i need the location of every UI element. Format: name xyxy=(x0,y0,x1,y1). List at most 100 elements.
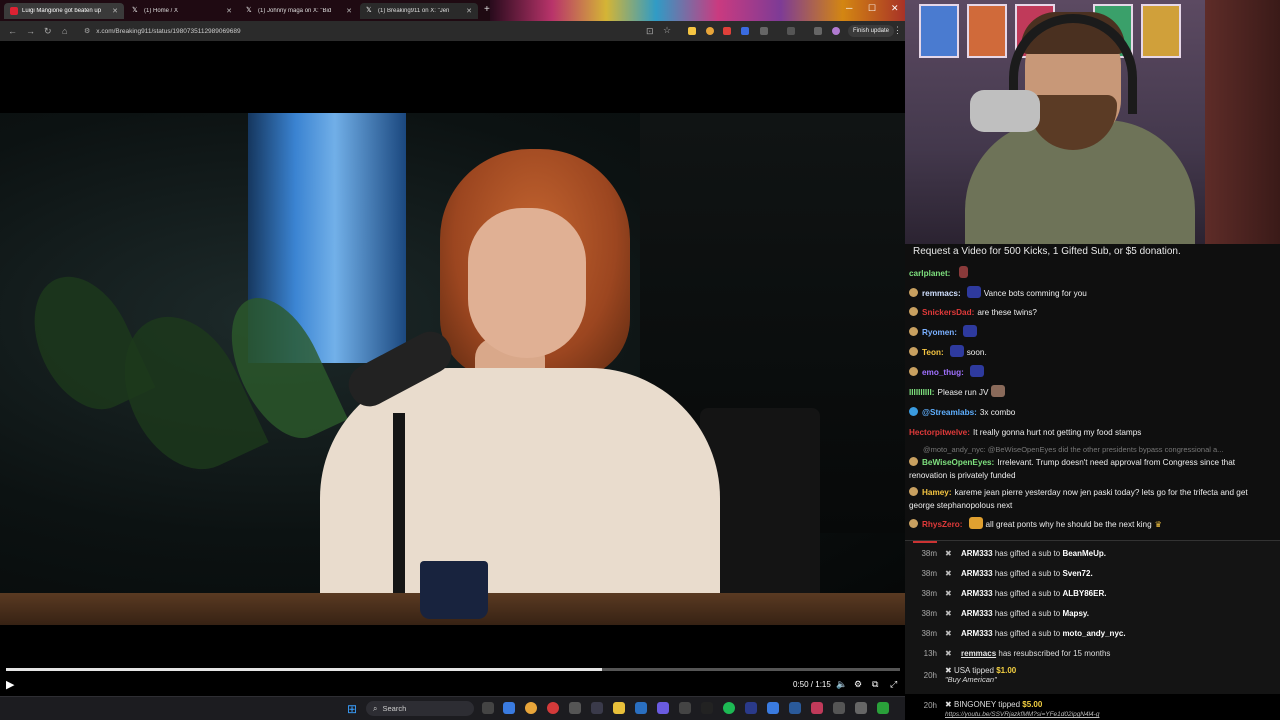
gift-sub-row[interactable]: 38m ✖ ARM333 has gifted a sub to Sven72. xyxy=(905,563,1280,583)
subscriber-name[interactable]: remmacs xyxy=(961,649,996,658)
maximize-icon[interactable]: ☐ xyxy=(868,3,876,14)
chat-message[interactable]: Ryomen: xyxy=(909,325,1273,339)
finish-update-button[interactable]: Finish update xyxy=(848,25,895,37)
chat-username[interactable]: remmacs: xyxy=(922,289,961,298)
chat-username[interactable]: RhysZero: xyxy=(922,520,963,529)
chat-message[interactable]: remmacs: Vance bots comming for you xyxy=(909,286,1273,300)
app-icon[interactable] xyxy=(789,702,801,714)
chat-message[interactable]: IIIIIIIIII: Please run JV xyxy=(909,385,1273,399)
chat-username[interactable]: BeWiseOpenEyes: xyxy=(922,458,994,467)
chat-username[interactable]: IIIIIIIIII: xyxy=(909,388,934,397)
chat-username[interactable]: Teon: xyxy=(922,348,944,357)
tip-row[interactable]: 20h ✖ USA tipped $1.00 "Buy American" xyxy=(905,666,1280,686)
pip-icon[interactable]: ⧉ xyxy=(872,679,878,690)
close-icon[interactable]: ✕ xyxy=(112,7,118,15)
gift-sub-row[interactable]: 38m ✖ ARM333 has gifted a sub to moto_an… xyxy=(905,623,1280,643)
app-icon[interactable] xyxy=(503,702,515,714)
chat-message[interactable]: Hectorpitwelve: It really gonna hurt not … xyxy=(909,426,1273,439)
chat-message[interactable]: @Streamlabs: 3x combo xyxy=(909,406,1273,419)
site-info-icon[interactable]: ⚙ xyxy=(84,27,90,35)
volume-icon[interactable]: 🔈 xyxy=(836,679,847,690)
app-icon[interactable] xyxy=(569,702,581,714)
gift-sub-row[interactable]: 38m ✖ ARM333 has gifted a sub to ALBY86E… xyxy=(905,583,1280,603)
chat-username[interactable]: @Streamlabs: xyxy=(922,408,977,417)
video-progress-fill xyxy=(6,668,603,671)
task-view-icon[interactable] xyxy=(482,702,494,714)
taskbar-search[interactable]: ⌕ Search xyxy=(366,701,474,716)
video-player[interactable]: ▶ 0:50 / 1:15 🔈 ⚙ ⧉ ⤢ xyxy=(0,41,905,694)
app-icon[interactable] xyxy=(767,702,779,714)
chat-message[interactable]: Teon: soon. xyxy=(909,345,1273,359)
app-icon[interactable] xyxy=(877,702,889,714)
app-icon[interactable] xyxy=(811,702,823,714)
spotify-icon[interactable] xyxy=(723,702,735,714)
steam-icon[interactable] xyxy=(635,702,647,714)
chat-message[interactable]: SnickersDad: are these twins? xyxy=(909,306,1273,319)
chat-username[interactable]: Hectorpitwelve: xyxy=(909,428,970,437)
chat-message[interactable]: emo_thug: xyxy=(909,365,1273,379)
tip-row[interactable]: 20h ✖ BINGONEY tipped $5.00 https://yout… xyxy=(905,700,1280,720)
bookmark-star-icon[interactable]: ☆ xyxy=(663,25,671,36)
tab-4[interactable]: 𝕏 (1) Breaking911 on X: "Jen ✕ xyxy=(360,3,478,19)
chat-username[interactable]: SnickersDad: xyxy=(922,308,974,317)
reload-icon[interactable]: ↻ xyxy=(44,26,52,37)
tab-2[interactable]: 𝕏 (1) Home / X ✕ xyxy=(126,3,238,19)
extension-icon[interactable] xyxy=(706,27,714,35)
install-icon[interactable]: ⊡ xyxy=(646,26,654,37)
video-progress-bar[interactable] xyxy=(6,668,900,671)
close-window-icon[interactable]: ✕ xyxy=(891,3,899,14)
activity-feed[interactable]: 38m ✖ ARM333 has gifted a sub to BeanMeU… xyxy=(905,540,1280,694)
chat-username[interactable]: Ryomen: xyxy=(922,328,957,337)
chat-username[interactable]: Hamey: xyxy=(922,488,952,497)
sidebar-icon[interactable] xyxy=(787,27,795,35)
app-icon[interactable] xyxy=(591,702,603,714)
windows-start-icon[interactable]: ⊞ xyxy=(347,702,357,716)
app-icon[interactable] xyxy=(855,702,867,714)
live-chat[interactable]: Request a Video for 500 Kicks, 1 Gifted … xyxy=(905,244,1280,540)
download-icon[interactable] xyxy=(814,27,822,35)
minimize-icon[interactable]: ─ xyxy=(846,3,852,13)
app-icon[interactable] xyxy=(745,702,757,714)
menu-kebab-icon[interactable]: ⋮ xyxy=(893,25,902,36)
windows-taskbar: ⊞ ⌕ Search xyxy=(0,696,905,720)
chat-username[interactable]: carlplanet: xyxy=(909,269,950,278)
extension-icon[interactable] xyxy=(741,27,749,35)
chat-message[interactable]: BeWiseOpenEyes: Irrelevant. Trump doesn't… xyxy=(909,456,1273,482)
event-age: 38m xyxy=(921,608,937,618)
extension-icon[interactable] xyxy=(688,27,696,35)
app-icon[interactable] xyxy=(833,702,845,714)
tab-3[interactable]: 𝕏 (1) Johnny maga on X: "Bid ✕ xyxy=(240,3,358,19)
chat-username[interactable]: emo_thug: xyxy=(922,368,964,377)
chat-text: are these twins? xyxy=(977,308,1037,317)
video-frame[interactable] xyxy=(0,113,905,625)
profile-avatar-icon[interactable] xyxy=(832,27,840,35)
discord-icon[interactable] xyxy=(657,702,669,714)
close-icon[interactable]: ✕ xyxy=(346,7,352,15)
new-tab-icon[interactable]: + xyxy=(484,4,490,15)
play-icon[interactable]: ▶ xyxy=(6,678,14,691)
close-icon[interactable]: ✕ xyxy=(466,7,472,15)
puzzle-icon[interactable] xyxy=(760,27,768,35)
chrome-icon[interactable] xyxy=(525,702,537,714)
home-icon[interactable]: ⌂ xyxy=(62,26,67,36)
resub-row[interactable]: 13h ✖ remmacs has resubscribed for 15 mo… xyxy=(905,643,1280,663)
forward-icon[interactable]: → xyxy=(26,26,35,36)
extension-icon[interactable] xyxy=(723,27,731,35)
file-explorer-icon[interactable] xyxy=(613,702,625,714)
chat-message[interactable]: carlplanet: xyxy=(909,266,1273,280)
badge-icon xyxy=(909,327,918,336)
settings-gear-icon[interactable]: ⚙ xyxy=(854,679,862,690)
close-icon[interactable]: ✕ xyxy=(226,7,232,15)
back-icon[interactable]: ← xyxy=(8,26,17,36)
gift-sub-row[interactable]: 38m ✖ ARM333 has gifted a sub to BeanMeU… xyxy=(905,543,1280,563)
gift-sub-row[interactable]: 38m ✖ ARM333 has gifted a sub to Mapsy. xyxy=(905,603,1280,623)
app-icon[interactable] xyxy=(679,702,691,714)
chat-message[interactable]: Hamey: kareme jean pierre yesterday now j… xyxy=(909,486,1273,512)
chat-message[interactable]: RhysZero: all great ponts why he should b… xyxy=(909,517,1273,531)
url-field[interactable]: ⚙ x.com/Breaking911/status/1980735112989… xyxy=(84,24,634,38)
obs-icon[interactable] xyxy=(701,702,713,714)
tab-1[interactable]: Luigi Mangione got beaten up ✕ xyxy=(4,3,124,19)
tip-message-link[interactable]: https://youtu.be/SSVRjazkfMM?si=YFe1d02i… xyxy=(945,711,1099,718)
chrome-icon[interactable] xyxy=(547,702,559,714)
fullscreen-icon[interactable]: ⤢ xyxy=(890,679,897,690)
